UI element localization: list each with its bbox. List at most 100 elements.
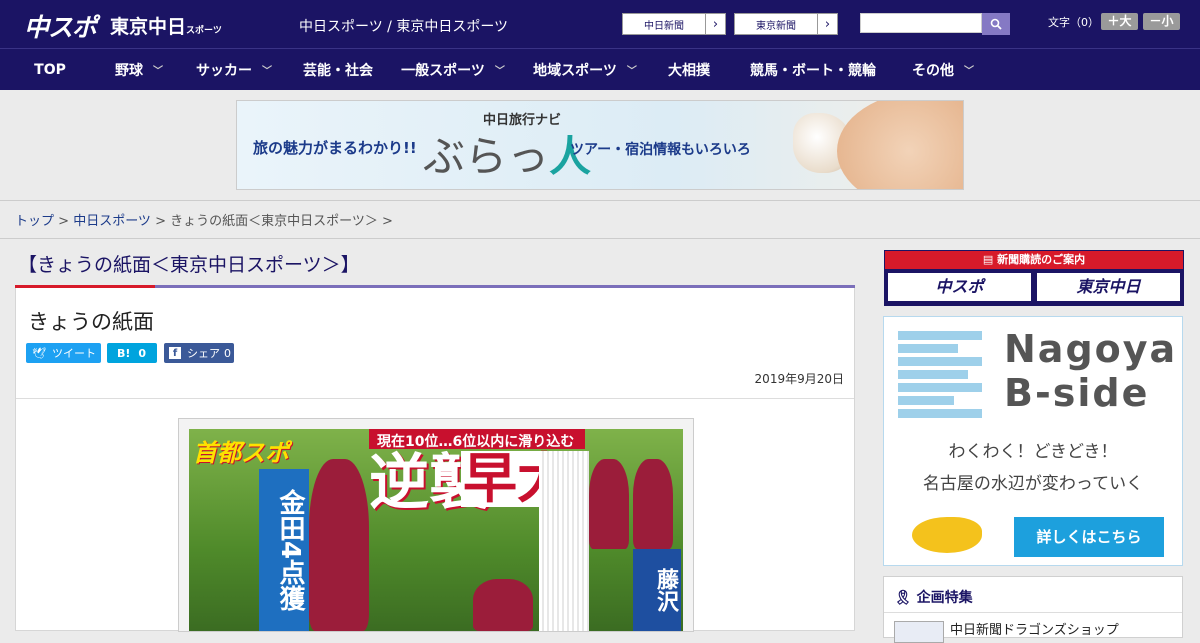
paper-text-column xyxy=(539,451,589,631)
tokyo-chunichi-logo[interactable]: 東京中日スポーツ xyxy=(110,12,222,39)
subscribe-tokyo-button[interactable]: 東京中日 xyxy=(1037,273,1180,301)
search-form xyxy=(860,13,1010,35)
nav-label: 一般スポーツ xyxy=(401,62,485,79)
player-photo xyxy=(633,459,673,549)
fish-mascot-icon xyxy=(912,517,982,553)
newspaper-image: 首都スポ 金田4点獲 現在10位…6位以内に滑り込む 逆襲 早大 藤沢 xyxy=(189,429,683,631)
nav-soccer[interactable]: サッカー ﹀ xyxy=(178,49,290,90)
chevron-down-icon: ﹀ xyxy=(626,66,637,77)
nav-entertainment[interactable]: 芸能・社会 xyxy=(290,49,386,90)
stripe xyxy=(898,396,954,405)
subscribe-chunichi-button[interactable]: 中スポ xyxy=(888,273,1031,301)
tweet-button[interactable]: 🕊 ツイート xyxy=(26,343,101,363)
nav-keiba[interactable]: 競馬・ボート・競輪 xyxy=(728,49,898,90)
tweet-label: ツイート xyxy=(51,347,96,360)
stripe xyxy=(898,370,968,379)
nagoya-bside-ad[interactable]: Nagoya B-side わくわく！どきどき！ 名古屋の水辺が変わっていく 詳し… xyxy=(883,316,1183,566)
bside-title-2: B-side xyxy=(1004,371,1150,415)
font-size-label: 文字（0） xyxy=(1048,16,1099,29)
twitter-icon: 🕊 xyxy=(32,346,46,360)
stripe xyxy=(898,331,982,340)
article-card: きょうの紙面 🕊 ツイート B! 0 f シェア 0 2019年9月20日 首都… xyxy=(15,288,855,632)
search-input[interactable] xyxy=(860,13,982,33)
stripe xyxy=(898,344,958,353)
chevron-down-icon: ﹀ xyxy=(262,66,272,77)
chunichi-shimbun-label: 中日新聞 xyxy=(644,20,684,32)
fb-label: シェア xyxy=(187,347,220,360)
stripe xyxy=(898,357,982,366)
newspaper-front-page[interactable]: 首都スポ 金田4点獲 現在10位…6位以内に滑り込む 逆襲 早大 藤沢 xyxy=(178,418,694,632)
stripe xyxy=(898,409,982,418)
nav-baseball[interactable]: 野球 ﹀ xyxy=(100,49,178,90)
chunichi-shimbun-link[interactable]: 中日新聞 › xyxy=(622,13,726,35)
facebook-share-button[interactable]: f シェア 0 xyxy=(164,343,234,363)
nav-label: TOP xyxy=(34,61,66,78)
tokyo-chunichi-logo-sub: スポーツ xyxy=(186,26,222,36)
chunichi-sports-logo[interactable]: 中スポ xyxy=(24,8,97,44)
breadcrumb-sep: > xyxy=(54,214,74,229)
search-button[interactable] xyxy=(982,13,1010,35)
feature-thumb[interactable] xyxy=(894,621,944,643)
nav-label: その他 xyxy=(912,62,954,79)
bside-details-button[interactable]: 詳しくはこちら xyxy=(1014,517,1164,557)
subscribe-header-text: 新聞購読のご案内 xyxy=(997,253,1086,266)
feature-item-link[interactable]: 中日新聞ドラゴンズショップ xyxy=(950,619,1119,638)
breadcrumb-top[interactable]: トップ xyxy=(15,214,54,229)
ribbon-icon: 🎗 xyxy=(894,590,917,606)
chevron-down-icon: ﹀ xyxy=(494,66,505,77)
nav-top[interactable]: TOP xyxy=(0,49,100,90)
player-photo xyxy=(589,459,629,549)
divider xyxy=(0,200,1200,201)
hatena-count: 0 xyxy=(138,346,147,360)
stripe xyxy=(898,383,982,392)
tokyo-shimbun-label: 東京新聞 xyxy=(756,20,796,32)
chevron-down-icon: ﹀ xyxy=(964,66,974,77)
site-name[interactable]: 中日スポーツ / 東京中日スポーツ xyxy=(299,16,508,36)
nav-label: 芸能・社会 xyxy=(303,62,373,79)
chevron-right-icon: › xyxy=(705,14,725,34)
top-header-bar: 中スポ 東京中日スポーツ 中日スポーツ / 東京中日スポーツ 中日新聞 › 東京… xyxy=(0,0,1200,48)
feature-header: 🎗 企画特集 xyxy=(894,587,973,607)
font-smaller-button[interactable]: －小 xyxy=(1143,13,1180,30)
section-title: 【きょうの紙面＜東京中日スポーツ＞】 xyxy=(18,254,360,276)
article-title: きょうの紙面 xyxy=(28,310,154,334)
search-icon xyxy=(990,18,1002,30)
nav-sumo[interactable]: 大相撲 xyxy=(650,49,728,90)
breadcrumb-current: きょうの紙面＜東京中日スポーツ＞ xyxy=(170,214,378,229)
subscribe-header: ▤ 新聞購読のご案内 xyxy=(885,251,1183,269)
banner-logo: ぶらっ人 xyxy=(423,123,591,184)
paper-side-headline: 金田4点獲 xyxy=(259,469,309,631)
bside-title: Nagoya B-side xyxy=(1004,327,1177,415)
bside-stripes-logo xyxy=(898,331,982,418)
nav-general-sports[interactable]: 一般スポーツ ﹀ xyxy=(386,49,520,90)
divider xyxy=(0,238,1200,239)
facebook-icon: f xyxy=(169,347,181,359)
hatena-button[interactable]: B! 0 xyxy=(107,343,157,363)
breadcrumb-chunichi[interactable]: 中日スポーツ xyxy=(73,214,151,229)
bside-line2: 名古屋の水辺が変わっていく xyxy=(922,474,1144,494)
tokyo-shimbun-link[interactable]: 東京新聞 › xyxy=(734,13,838,35)
breadcrumb-sep: > xyxy=(150,214,171,229)
fb-count: 0 xyxy=(224,346,231,360)
paper-masthead: 首都スポ xyxy=(193,439,289,467)
hatena-icon: B! xyxy=(117,346,131,360)
chevron-right-icon: › xyxy=(817,14,837,34)
feature-box: 🎗 企画特集 中日新聞ドラゴンズショップ xyxy=(883,576,1183,643)
breadcrumb-sep: > xyxy=(377,214,393,229)
subscribe-box: ▤ 新聞購読のご案内 中スポ 東京中日 xyxy=(884,250,1184,306)
nav-other[interactable]: その他 ﹀ xyxy=(898,49,988,90)
travel-navi-banner[interactable]: 旅の魅力がまるわかり!! 中日旅行ナビ ぶらっ人 ツアー・宿泊情報もいろいろ xyxy=(236,100,964,190)
tokyo-chunichi-logo-text: 東京中日 xyxy=(110,16,187,38)
nav-label: 競馬・ボート・競輪 xyxy=(750,62,876,79)
feature-header-text: 企画特集 xyxy=(916,590,973,606)
nav-label: 野球 xyxy=(115,62,143,79)
banner-left-text: 旅の魅力がまるわかり!! xyxy=(253,139,417,157)
font-larger-button[interactable]: ＋大 xyxy=(1101,13,1138,30)
nav-label: 大相撲 xyxy=(668,62,710,79)
main-nav: TOP 野球 ﹀ サッカー ﹀ 芸能・社会 一般スポーツ ﹀ 地域スポーツ ﹀ 大相撲 … xyxy=(0,48,1200,90)
chevron-down-icon: ﹀ xyxy=(153,66,163,77)
nav-local-sports[interactable]: 地域スポーツ ﹀ xyxy=(520,49,650,90)
bside-line1: わくわく！どきどき！ xyxy=(948,442,1118,462)
newspaper-icon: ▤ xyxy=(982,253,998,266)
divider xyxy=(16,398,854,399)
